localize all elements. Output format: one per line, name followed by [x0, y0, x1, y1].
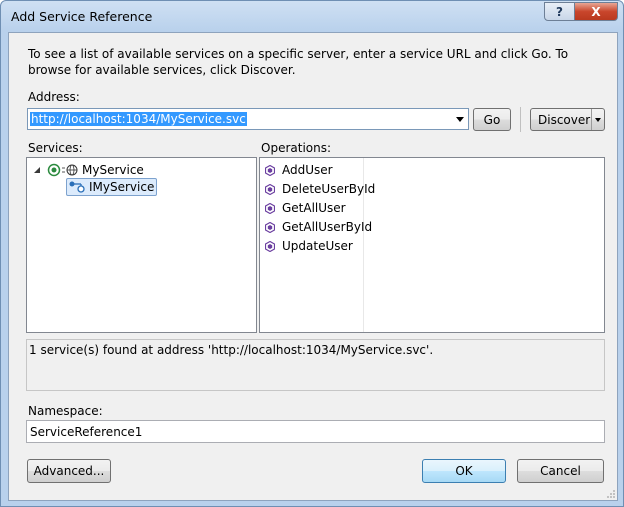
services-label: Services: [28, 141, 83, 155]
operation-label: GetAllUser [282, 201, 346, 215]
go-button[interactable]: Go [473, 108, 511, 131]
method-icon [265, 240, 275, 252]
method-icon [265, 164, 275, 176]
namespace-value: ServiceReference1 [30, 425, 143, 439]
operation-label: DeleteUserById [282, 182, 376, 196]
advanced-button[interactable]: Advanced... [27, 459, 111, 483]
tree-item-myservice[interactable]: MyService [33, 161, 144, 178]
title-bar[interactable]: Add Service Reference ? X [1, 1, 623, 32]
window-title: Add Service Reference [11, 9, 153, 24]
tree-item-label: MyService [82, 162, 144, 177]
discover-button-label: Discover [538, 112, 591, 127]
status-message-area: 1 service(s) found at address 'http://lo… [26, 339, 605, 391]
chevron-down-icon[interactable] [456, 117, 464, 122]
intro-text: To see a list of available services on a… [28, 47, 569, 77]
address-label: Address: [28, 90, 80, 104]
services-tree[interactable]: MyService IMyService [26, 157, 257, 333]
help-icon: ? [556, 4, 563, 19]
method-icon [265, 202, 275, 214]
namespace-label: Namespace: [28, 404, 103, 418]
list-item[interactable]: UpdateUser [265, 237, 353, 255]
address-input[interactable]: http://localhost:1034/MyService.svc [27, 108, 469, 130]
expand-arrow-icon[interactable] [33, 166, 41, 174]
go-button-label: Go [483, 112, 501, 127]
status-text: 1 service(s) found at address 'http://lo… [29, 343, 434, 357]
help-button[interactable]: ? [544, 2, 575, 21]
close-icon: X [591, 4, 601, 19]
advanced-button-label: Advanced... [33, 464, 105, 478]
close-button[interactable]: X [574, 2, 618, 21]
ok-button[interactable]: OK [422, 459, 506, 483]
ok-button-label: OK [455, 464, 473, 478]
add-service-reference-dialog: Add Service Reference ? X To see a list … [0, 0, 624, 507]
method-icon [265, 221, 275, 233]
tree-item-imyservice[interactable]: IMyService [66, 178, 158, 196]
chevron-down-icon [595, 117, 601, 122]
discover-button[interactable]: Discover [530, 108, 605, 131]
tree-item-label: IMyService [89, 180, 155, 194]
dialog-client-area: To see a list of available services on a… [8, 32, 618, 501]
namespace-input[interactable]: ServiceReference1 [26, 420, 605, 443]
operations-list[interactable]: AddUser DeleteUserById GetAllUser GetAll… [259, 157, 605, 333]
operation-label: AddUser [282, 163, 333, 177]
discover-dropdown-arrow[interactable] [591, 109, 604, 130]
globe-icon [62, 164, 78, 175]
list-item[interactable]: GetAllUserById [265, 218, 372, 236]
interface-icon [69, 181, 85, 193]
cancel-button[interactable]: Cancel [517, 459, 604, 483]
address-value: http://localhost:1034/MyService.svc [30, 112, 247, 126]
service-status-icon [47, 163, 61, 176]
list-item[interactable]: GetAllUser [265, 199, 346, 217]
method-icon [265, 183, 275, 195]
resize-grip-icon[interactable] [606, 489, 616, 499]
list-item[interactable]: AddUser [265, 161, 333, 179]
operation-label: GetAllUserById [282, 220, 373, 234]
operations-label: Operations: [261, 141, 332, 155]
operation-label: UpdateUser [282, 239, 353, 253]
list-item[interactable]: DeleteUserById [265, 180, 375, 198]
toolbar-divider [520, 107, 521, 132]
cancel-button-label: Cancel [540, 464, 581, 478]
